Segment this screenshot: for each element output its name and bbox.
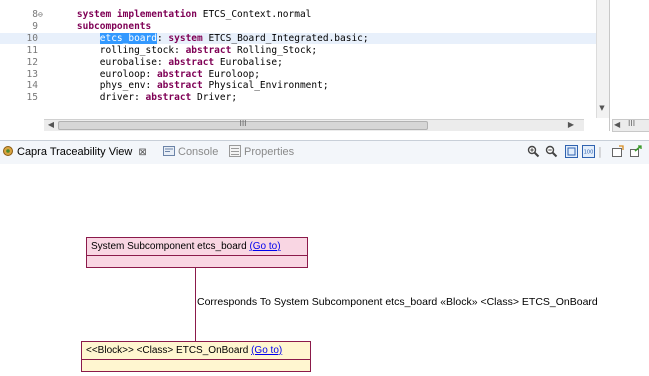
go-to-link[interactable]: (Go to) <box>249 241 280 252</box>
line-number: 8 <box>32 9 38 20</box>
code-editor[interactable]: 8 ⊖ system implementation ETCS_Context.no… <box>0 0 608 131</box>
code-token: euroloop: <box>54 68 157 80</box>
node-body <box>87 256 307 267</box>
node-title: <<Block>> <Class> ETCS_OnBoard (Go to) <box>82 342 310 360</box>
trace-link-label: Corresponds To System Subcomponent etcs_… <box>197 296 598 308</box>
selected-token: etcs_board <box>99 32 157 44</box>
trace-link-edge[interactable] <box>195 267 196 341</box>
code-text: euroloop: abstract Euroloop; <box>54 69 260 80</box>
keyword-token: system <box>168 32 203 44</box>
zoom-100-icon[interactable]: 100 <box>581 145 595 159</box>
code-token: Physical_Environment; <box>202 80 329 92</box>
keyword-token: abstract <box>168 56 215 68</box>
node-title: System Subcomponent etcs_board (Go to) <box>87 238 307 256</box>
line-number: 14 <box>26 80 38 92</box>
code-token: ETCS_Context.normal <box>197 9 312 20</box>
code-token: Rolling_Stock; <box>231 44 318 56</box>
code-text: system implementation ETCS_Context.norma… <box>54 9 312 20</box>
tab-console[interactable]: Console <box>163 144 218 160</box>
keyword-token: subcomponents <box>76 20 152 32</box>
properties-icon <box>229 145 241 157</box>
console-icon <box>163 145 175 157</box>
tab-label: Capra Traceability View <box>17 146 133 158</box>
new-view-icon[interactable] <box>610 145 624 159</box>
line-number: 15 <box>26 92 38 104</box>
keyword-token: abstract <box>145 92 192 104</box>
code-token: ETCS_Board_Integrated.basic; <box>202 32 369 44</box>
tab-capra-traceability-view[interactable]: Capra Traceability View ⊠ <box>2 144 147 160</box>
scroll-right-arrow-icon[interactable]: ▶ <box>566 119 576 130</box>
line-number: 12 <box>26 56 38 68</box>
code-token: Euroloop; <box>202 68 260 80</box>
code-text: eurobalise: abstract Eurobalise; <box>54 57 283 68</box>
code-text: subcomponents <box>54 21 151 32</box>
tab-label: Properties <box>244 146 295 158</box>
line-number: 13 <box>26 68 38 80</box>
code-token: Driver; <box>191 92 238 104</box>
code-line[interactable]: 11 rolling_stock: abstract Rolling_Stock… <box>0 45 596 56</box>
keyword-token: abstract <box>156 68 203 80</box>
node-label: <<Block>> <Class> ETCS_OnBoard <box>86 345 249 356</box>
node-system-subcomponent[interactable]: System Subcomponent etcs_board (Go to) <box>86 237 308 268</box>
code-token: rolling_stock: <box>54 44 186 56</box>
code-line[interactable]: 14 phys_env: abstract Physical_Environme… <box>0 80 596 91</box>
capra-view-icon <box>2 145 14 157</box>
svg-text:100: 100 <box>583 150 593 156</box>
zoom-out-icon[interactable] <box>544 145 558 159</box>
line-number: 11 <box>26 44 38 56</box>
scrollbar-grip: III <box>239 119 247 128</box>
code-text: driver: abstract Driver; <box>54 92 237 103</box>
zoom-fit-icon[interactable] <box>564 145 578 159</box>
tab-label: Console <box>178 146 219 158</box>
code-token: eurobalise: <box>54 56 169 68</box>
scrollbar-grip: III <box>628 119 636 128</box>
go-to-link[interactable]: (Go to) <box>251 345 282 356</box>
keyword-token: abstract <box>185 44 232 56</box>
scroll-left-arrow-icon[interactable]: ◀ <box>46 119 56 130</box>
code-line[interactable]: 13 euroloop: abstract Euroloop; <box>0 69 596 80</box>
code-text: rolling_stock: abstract Rolling_Stock; <box>54 45 317 56</box>
code-line[interactable]: 9 subcomponents <box>0 21 596 32</box>
code-line[interactable]: 10 etcs_board: system ETCS_Board_Integra… <box>0 32 596 44</box>
editor-vertical-scrollbar[interactable] <box>596 0 609 118</box>
code-line[interactable]: 12 eurobalise: abstract Eurobalise; <box>0 57 596 68</box>
code-token: Eurobalise; <box>214 56 283 68</box>
code-token: phys_env: <box>54 80 157 92</box>
tab-properties[interactable]: Properties <box>229 144 294 160</box>
code-token: driver: <box>54 92 146 104</box>
export-icon[interactable] <box>628 145 642 159</box>
outline-pane <box>609 0 649 131</box>
node-block-class[interactable]: <<Block>> <Class> ETCS_OnBoard (Go to) <box>81 341 311 372</box>
code-line[interactable]: 8 ⊖ system implementation ETCS_Context.no… <box>0 9 596 20</box>
close-icon[interactable]: ⊠ <box>138 145 146 161</box>
scroll-down-arrow-icon[interactable]: ▼ <box>598 104 606 112</box>
scroll-left-arrow-icon[interactable]: ◀ <box>614 119 622 130</box>
keyword-token: abstract <box>156 80 203 92</box>
code-token: : <box>156 32 169 44</box>
code-text: etcs_board: system ETCS_Board_Integrated… <box>54 32 369 44</box>
code-text: phys_env: abstract Physical_Environment; <box>54 80 329 91</box>
node-body <box>82 360 310 371</box>
toolbar-separator: | <box>598 145 602 158</box>
code-line[interactable]: 15 driver: abstract Driver; <box>0 92 596 103</box>
keyword-token: system implementation <box>76 9 197 20</box>
zoom-in-icon[interactable] <box>526 145 540 159</box>
node-label: System Subcomponent etcs_board <box>91 241 247 252</box>
fold-collapse-icon[interactable]: ⊖ <box>38 9 48 20</box>
line-number: 9 <box>32 20 38 32</box>
line-number: 10 <box>26 32 38 44</box>
